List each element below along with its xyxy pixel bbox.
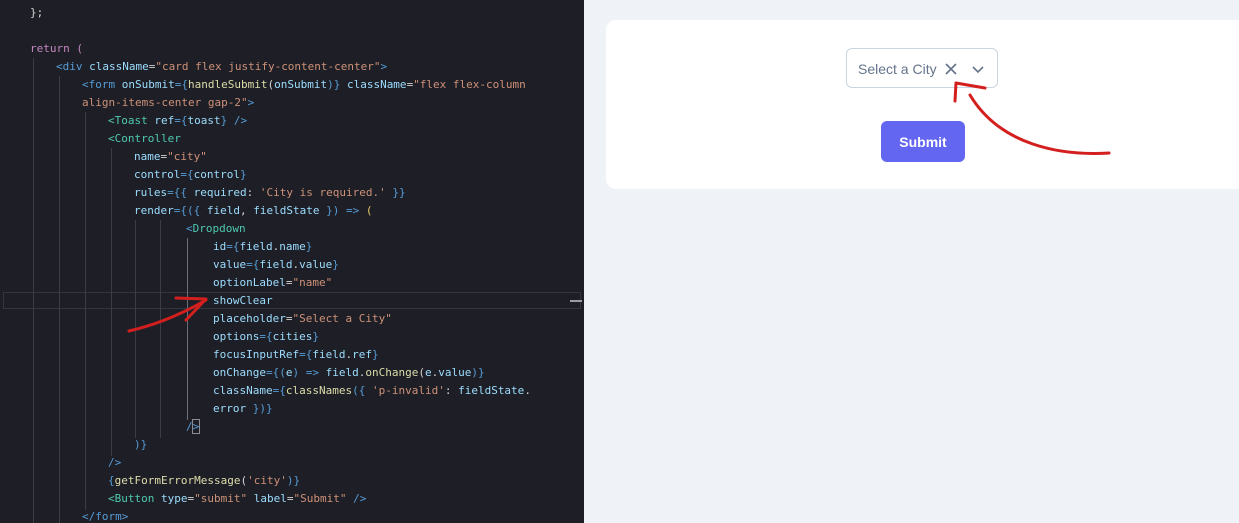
current-line-highlight <box>3 292 581 309</box>
code-line: id={field.name} <box>213 240 313 253</box>
city-dropdown[interactable]: Select a City <box>846 48 998 88</box>
code-line: value={field.value} <box>213 258 339 271</box>
indent-guide <box>135 220 136 438</box>
code-line: onChange={(e) => field.onChange(e.value)… <box>213 366 485 379</box>
code-line: render={({ field, fieldState }) => ( <box>134 204 373 217</box>
code-line: )} <box>134 438 148 451</box>
code-line: <div className="card flex justify-conten… <box>56 60 388 73</box>
dropdown-placeholder: Select a City <box>858 61 937 77</box>
indent-guide <box>111 148 112 456</box>
code-line: focusInputRef={field.ref} <box>213 348 379 361</box>
code-line: showClear <box>213 294 273 307</box>
code-line: align-items-center gap-2"> <box>82 96 255 109</box>
code-line: <form onSubmit={handleSubmit(onSubmit)} … <box>82 78 526 91</box>
submit-button[interactable]: Submit <box>881 121 965 162</box>
code-line: error })} <box>213 402 273 415</box>
chevron-down-icon[interactable] <box>971 62 985 76</box>
form-card: Select a City Submit <box>606 20 1239 189</box>
indent-guide <box>59 76 60 523</box>
code-line: control={control} <box>134 168 247 181</box>
code-line: return ( <box>30 42 83 55</box>
scrollbar-marker <box>570 300 582 302</box>
indent-guide <box>33 58 34 523</box>
indent-guide <box>85 112 86 510</box>
code-line: placeholder="Select a City" <box>213 312 392 325</box>
code-line: }; <box>30 6 44 19</box>
code-line: /> <box>108 456 122 469</box>
code-line: <Controller <box>108 132 181 145</box>
code-line: rules={{ required: 'City is required.' }… <box>134 186 406 199</box>
code-line: </form> <box>82 510 129 523</box>
code-line: <Dropdown <box>186 222 246 235</box>
code-line: optionLabel="name" <box>213 276 333 289</box>
preview-pane: Select a City Submit <box>584 0 1239 523</box>
code-line: className={classNames({ 'p-invalid': fie… <box>213 384 531 397</box>
times-icon[interactable] <box>944 62 958 76</box>
code-line: <Toast ref={toast} /> <box>108 114 248 127</box>
code-line: /> <box>186 419 201 434</box>
indent-guide <box>160 220 161 438</box>
code-line: name="city" <box>134 150 207 163</box>
code-line: {getFormErrorMessage('city')} <box>108 474 301 487</box>
code-editor[interactable]: }; return ( <div className="card flex ju… <box>0 0 584 523</box>
code-line: options={cities} <box>213 330 319 343</box>
code-line: <Button type="submit" label="Submit" /> <box>108 492 367 505</box>
indent-guide <box>187 238 188 420</box>
